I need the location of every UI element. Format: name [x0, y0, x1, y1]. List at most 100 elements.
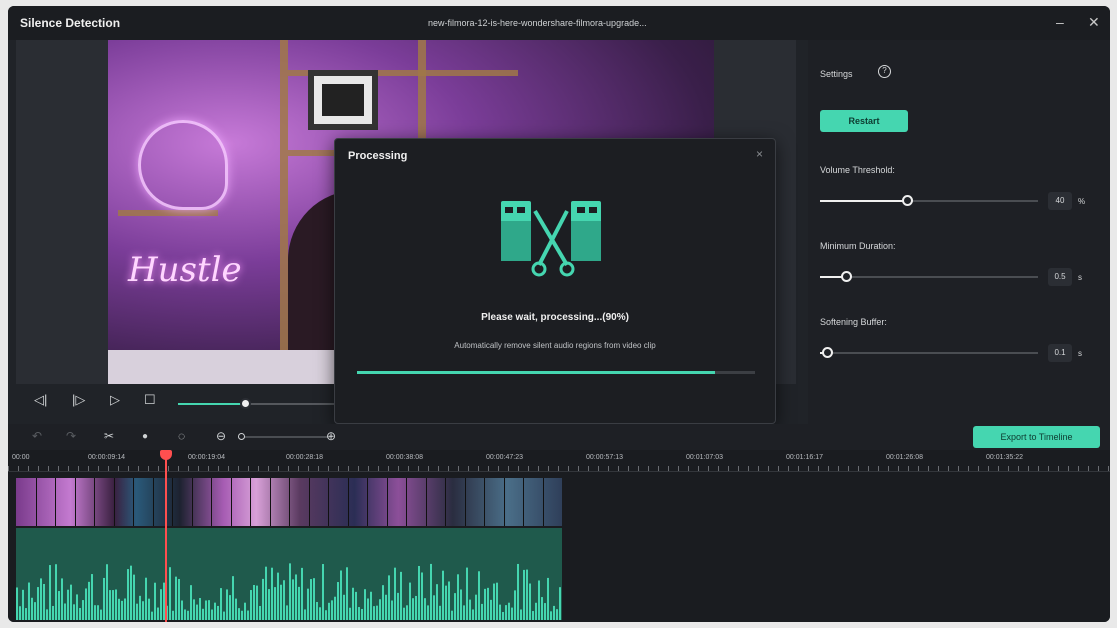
- undo-button[interactable]: ↶: [32, 429, 42, 443]
- zoom-slider[interactable]: [238, 433, 330, 440]
- waveform-bar: [535, 602, 537, 620]
- waveform-bar: [496, 582, 498, 620]
- waveform-bar: [184, 609, 186, 620]
- waveform-bar: [337, 582, 339, 620]
- minimize-button[interactable]: –: [1056, 14, 1064, 30]
- playback-progress-slider[interactable]: [178, 398, 338, 409]
- waveform-bar: [532, 611, 534, 620]
- waveform-bar: [259, 605, 261, 620]
- zoom-out-button[interactable]: ⊖: [216, 429, 226, 443]
- volume-threshold-slider[interactable]: [820, 195, 1038, 206]
- export-to-timeline-button[interactable]: Export to Timeline: [973, 426, 1100, 448]
- cut-button[interactable]: ✂: [104, 429, 114, 443]
- clip-divider: [113, 478, 115, 526]
- playback-controls: ◁| |▷ ▷ ☐: [16, 384, 338, 420]
- softening-buffer-slider[interactable]: [820, 347, 1038, 358]
- waveform-bar: [340, 570, 342, 620]
- waveform-bar: [502, 611, 504, 620]
- dialog-close-button[interactable]: ×: [756, 147, 763, 161]
- minimum-duration-knob[interactable]: [841, 271, 853, 282]
- waveform-bar: [475, 594, 477, 620]
- audio-waveform-track[interactable]: [16, 528, 562, 620]
- waveform-bar: [481, 603, 483, 620]
- clip-divider: [425, 478, 427, 526]
- waveform-bar: [343, 594, 345, 620]
- waveform-bar: [52, 605, 54, 620]
- waveform-bar: [319, 607, 321, 620]
- clip-divider: [523, 478, 524, 526]
- waveform-bar: [469, 599, 471, 620]
- waveform-bar: [61, 578, 63, 620]
- hide-track-icon[interactable]: ◌: [178, 429, 185, 443]
- waveform-bar: [352, 587, 354, 620]
- minimum-duration-slider[interactable]: [820, 271, 1038, 282]
- waveform-bar: [412, 598, 414, 620]
- waveform-bar: [445, 585, 447, 620]
- clip-divider: [55, 478, 56, 526]
- ruler-label: 00:00:09:14: [88, 454, 125, 461]
- waveform-bar: [286, 605, 288, 620]
- zoom-in-button[interactable]: ⊕: [326, 429, 336, 443]
- waveform-bar: [124, 598, 126, 620]
- waveform-bar: [355, 591, 357, 620]
- clip-divider: [172, 478, 173, 526]
- waveform-bar: [154, 582, 156, 620]
- waveform-bar: [22, 589, 24, 620]
- clip-divider: [328, 478, 329, 526]
- clip-divider: [74, 478, 76, 526]
- waveform-bar: [223, 611, 225, 620]
- waveform-bar: [538, 580, 540, 620]
- restart-button[interactable]: Restart: [820, 110, 908, 132]
- waveform-bar: [187, 610, 189, 620]
- show-track-icon[interactable]: ●: [142, 431, 148, 442]
- waveform-bar: [295, 574, 297, 620]
- play-button[interactable]: ▷: [110, 392, 120, 408]
- waveform-bar: [478, 571, 480, 620]
- neon-unicorn: [138, 120, 228, 210]
- waveform-bar: [91, 574, 93, 620]
- waveform-bar: [388, 575, 390, 620]
- waveform-bar: [238, 608, 240, 620]
- clip-divider: [152, 478, 154, 526]
- minimum-duration-unit: s: [1078, 273, 1082, 282]
- timeline-ruler[interactable]: 00:00 00:00:09:14 00:00:19:04 00:00:28:1…: [8, 450, 1110, 472]
- waveform-bar: [244, 602, 246, 620]
- waveform-bar: [523, 569, 525, 620]
- waveform-bar: [526, 569, 528, 620]
- previous-frame-button[interactable]: ◁|: [34, 392, 47, 408]
- next-frame-button[interactable]: |▷: [72, 392, 85, 408]
- waveform-bar: [64, 603, 66, 620]
- waveform-bar: [487, 587, 489, 620]
- help-icon[interactable]: ?: [878, 65, 891, 78]
- playback-progress-knob[interactable]: [240, 398, 252, 409]
- minimum-duration-value[interactable]: 0.5: [1048, 268, 1072, 286]
- waveform-bar: [529, 583, 531, 620]
- stop-button[interactable]: ☐: [144, 392, 156, 408]
- zoom-slider-knob[interactable]: [238, 433, 245, 440]
- close-window-button[interactable]: ✕: [1088, 14, 1100, 31]
- redo-button[interactable]: ↷: [66, 429, 76, 443]
- waveform-bar: [397, 592, 399, 620]
- softening-buffer-value[interactable]: 0.1: [1048, 344, 1072, 362]
- waveform-bar: [550, 611, 552, 620]
- waveform-bar: [547, 577, 549, 620]
- waveform-bar: [190, 585, 192, 620]
- waveform-bar: [79, 608, 81, 620]
- waveform-bar: [304, 609, 306, 620]
- clip-divider: [191, 478, 193, 526]
- clip-divider: [464, 478, 466, 526]
- video-clip-track[interactable]: [16, 478, 562, 526]
- waveform-bar: [193, 599, 195, 620]
- waveform-bar: [34, 602, 36, 620]
- waveform-bar: [103, 577, 105, 620]
- waveform-bar: [385, 594, 387, 620]
- playhead[interactable]: [160, 450, 172, 622]
- waveform-bar: [109, 590, 111, 620]
- volume-threshold-value[interactable]: 40: [1048, 192, 1072, 210]
- waveform-bar: [196, 604, 198, 620]
- softening-buffer-knob[interactable]: [821, 347, 833, 358]
- processing-progress-fill: [357, 371, 716, 374]
- waveform-bar: [214, 602, 216, 620]
- volume-threshold-knob[interactable]: [902, 195, 914, 206]
- waveform-bar: [322, 564, 324, 620]
